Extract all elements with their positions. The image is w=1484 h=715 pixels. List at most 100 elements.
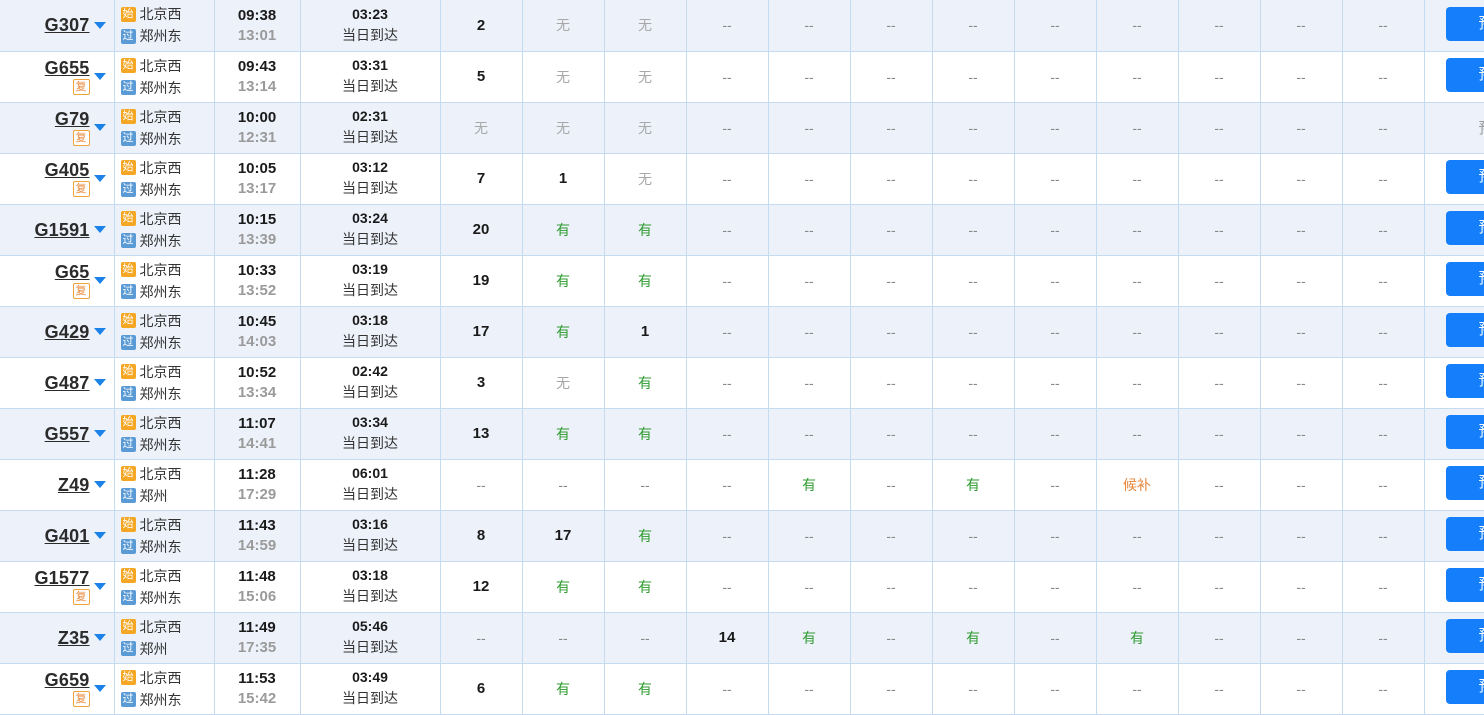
seat-availability-value: 7 bbox=[476, 170, 486, 187]
seat-availability-value: -- bbox=[722, 68, 732, 85]
train-number-cell: G79 复 bbox=[0, 102, 115, 154]
seat-availability-cell: 有 bbox=[604, 561, 687, 613]
train-number-link[interactable]: G655 bbox=[45, 58, 90, 78]
stations-cell: 始北京西过郑州 bbox=[114, 459, 215, 511]
seat-availability-cell: -- bbox=[768, 0, 851, 52]
seat-availability-value: -- bbox=[1050, 578, 1060, 595]
seat-availability-value: -- bbox=[1214, 680, 1224, 697]
seat-availability-cell: -- bbox=[932, 255, 1015, 307]
seat-availability-cell: -- bbox=[850, 204, 933, 256]
book-button[interactable]: 预订兑 bbox=[1445, 262, 1484, 296]
seat-availability-cell: -- bbox=[1260, 408, 1343, 460]
book-button[interactable]: 预订兑 bbox=[1445, 160, 1484, 194]
book-button[interactable]: 预订兑 bbox=[1445, 364, 1484, 398]
seat-availability-cell: -- bbox=[686, 459, 769, 511]
booking-cell: 预订兑 bbox=[1424, 255, 1484, 307]
seat-availability-value: -- bbox=[1132, 272, 1142, 289]
trip-duration: 03:23 bbox=[352, 5, 388, 22]
train-number-link[interactable]: G65 bbox=[55, 262, 90, 282]
trip-duration: 02:31 bbox=[352, 108, 388, 124]
train-number-link[interactable]: Z49 bbox=[58, 475, 90, 495]
fuxing-badge: 复 bbox=[72, 79, 90, 95]
arrival-day-note: 当日到达 bbox=[342, 282, 398, 298]
train-number-link[interactable]: G405 bbox=[45, 160, 90, 180]
seat-availability-cell: -- bbox=[1178, 408, 1261, 460]
departure-station: 北京西 bbox=[139, 6, 182, 23]
trip-duration: 03:31 bbox=[352, 57, 388, 73]
book-button[interactable]: 预订兑 bbox=[1445, 313, 1484, 347]
seat-availability-value: -- bbox=[1378, 170, 1388, 187]
seat-availability-cell: -- bbox=[1178, 255, 1261, 307]
departure-station: 北京西 bbox=[139, 465, 182, 482]
chevron-down-icon[interactable] bbox=[93, 175, 106, 182]
train-number-link[interactable]: G429 bbox=[45, 322, 90, 342]
seat-availability-cell: -- bbox=[1178, 459, 1261, 511]
duration-cell: 03:49 当日到达 bbox=[300, 663, 441, 715]
train-number-link[interactable]: G1577 bbox=[34, 568, 89, 588]
chevron-down-icon[interactable] bbox=[93, 583, 106, 590]
seat-availability-value: -- bbox=[1132, 527, 1142, 544]
train-number-link[interactable]: G659 bbox=[45, 670, 90, 690]
chevron-down-icon[interactable] bbox=[93, 379, 106, 386]
pass-station-icon: 过 bbox=[120, 335, 136, 350]
book-button[interactable]: 预订兑 bbox=[1445, 466, 1484, 500]
seat-availability-value: -- bbox=[1050, 680, 1060, 697]
start-station-icon: 始 bbox=[120, 313, 136, 328]
start-station-icon: 始 bbox=[120, 58, 136, 73]
arrival-time: 13:14 bbox=[237, 78, 277, 95]
seat-availability-cell: -- bbox=[1342, 0, 1425, 52]
book-button[interactable]: 预订兑 bbox=[1445, 211, 1484, 245]
train-number-link[interactable]: G401 bbox=[45, 526, 90, 546]
train-number-link[interactable]: G487 bbox=[45, 373, 90, 393]
seat-availability-cell: 20 bbox=[440, 204, 523, 256]
book-button[interactable]: 预订兑 bbox=[1445, 568, 1484, 602]
seat-availability-cell: 有 bbox=[522, 663, 605, 715]
seat-availability-value: -- bbox=[640, 629, 650, 646]
book-button[interactable]: 预订兑 bbox=[1445, 670, 1484, 704]
seat-availability-value: -- bbox=[476, 476, 486, 493]
chevron-down-icon[interactable] bbox=[93, 226, 106, 233]
seat-availability-cell: 6 bbox=[440, 663, 523, 715]
chevron-down-icon[interactable] bbox=[93, 328, 106, 335]
chevron-down-icon[interactable] bbox=[93, 634, 106, 641]
departure-time: 09:38 bbox=[237, 6, 277, 24]
train-number-link[interactable]: G1591 bbox=[34, 220, 89, 240]
book-button[interactable]: 预订兑 bbox=[1445, 58, 1484, 92]
seat-availability-value: 有 bbox=[556, 323, 570, 340]
seat-availability-value: -- bbox=[886, 680, 896, 697]
seat-availability-value: -- bbox=[1296, 17, 1306, 34]
chevron-down-icon[interactable] bbox=[93, 124, 106, 131]
seat-availability-value: 无 bbox=[638, 119, 652, 136]
book-button[interactable]: 预订兑 bbox=[1445, 517, 1484, 551]
seat-availability-value: -- bbox=[1296, 629, 1306, 646]
chevron-down-icon[interactable] bbox=[93, 277, 106, 284]
seat-availability-value: 1 bbox=[640, 323, 650, 340]
chevron-down-icon[interactable] bbox=[93, 21, 106, 29]
chevron-down-icon[interactable] bbox=[93, 532, 106, 539]
train-number-cell: Z35 bbox=[0, 612, 115, 664]
chevron-down-icon[interactable] bbox=[93, 73, 106, 80]
book-button[interactable]: 预订兑 bbox=[1445, 415, 1484, 449]
seat-availability-cell: -- bbox=[1096, 510, 1179, 562]
seat-availability-cell: 有 bbox=[604, 408, 687, 460]
booking-cell: 预订兑 bbox=[1424, 0, 1484, 52]
train-number-link[interactable]: G79 bbox=[55, 109, 90, 129]
seat-availability-cell: -- bbox=[850, 663, 933, 715]
departure-station: 北京西 bbox=[139, 363, 182, 380]
train-number-link[interactable]: Z35 bbox=[58, 628, 90, 648]
seat-availability-cell: -- bbox=[1014, 408, 1097, 460]
train-number-link[interactable]: G307 bbox=[45, 15, 90, 35]
chevron-down-icon[interactable] bbox=[93, 430, 106, 437]
chevron-down-icon[interactable] bbox=[93, 481, 106, 488]
book-button[interactable]: 预订兑 bbox=[1445, 619, 1484, 653]
departure-time: 11:43 bbox=[238, 517, 276, 534]
train-number-link[interactable]: G557 bbox=[45, 424, 90, 444]
arrival-time: 13:01 bbox=[237, 26, 277, 44]
seat-availability-value: 有 bbox=[556, 578, 570, 595]
trip-duration: 02:42 bbox=[352, 363, 388, 379]
book-button[interactable]: 预订兑 bbox=[1445, 6, 1484, 41]
chevron-down-icon[interactable] bbox=[93, 685, 106, 692]
seat-availability-value: 有 bbox=[556, 272, 570, 289]
seat-availability-value: -- bbox=[722, 578, 732, 595]
table-row: G429 始北京西过郑州东 10:45 14:03 03:18 当日到达 17 有 1 -- -- -… bbox=[0, 306, 1484, 358]
